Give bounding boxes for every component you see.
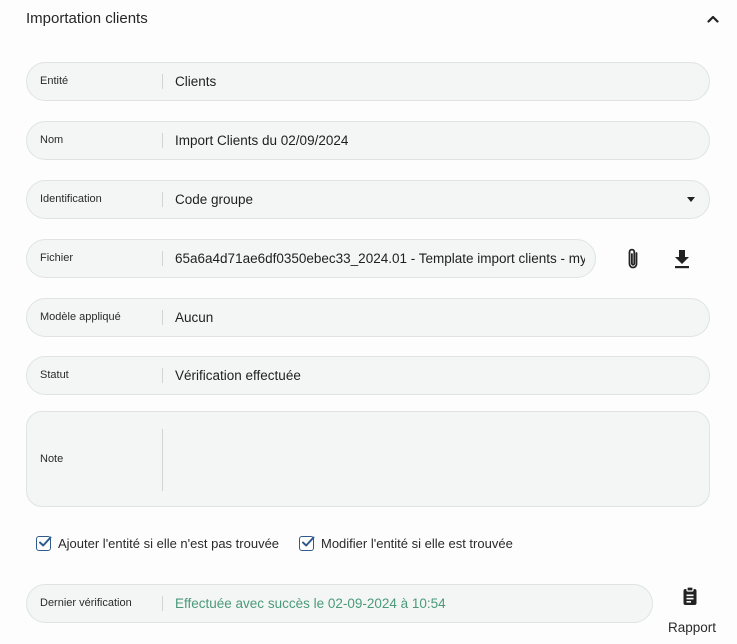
checkbox-update-entity[interactable]: Modifier l'entité si elle est trouvée — [299, 536, 513, 551]
checkbox-add-entity[interactable]: Ajouter l'entité si elle n'est pas trouv… — [36, 536, 279, 551]
field-separator — [162, 368, 163, 383]
caret-down-icon[interactable] — [687, 197, 695, 202]
chevron-up-icon — [707, 15, 719, 23]
field-separator — [162, 74, 163, 89]
fichier-value[interactable]: 65a6a4d71ae6df0350ebec33_2024.01 - Templ… — [175, 240, 585, 277]
entite-value[interactable]: Clients — [175, 63, 216, 100]
statut-value[interactable]: Vérification effectuée — [175, 357, 301, 394]
verification-label: Dernier vérification — [40, 597, 132, 609]
nom-field[interactable]: Nom Import Clients du 02/09/2024 — [26, 121, 710, 160]
entite-field[interactable]: Entité Clients — [26, 62, 710, 101]
checkbox-checked-icon[interactable] — [36, 536, 52, 551]
fichier-field[interactable]: Fichier 65a6a4d71ae6df0350ebec33_2024.01… — [26, 239, 596, 278]
rapport-label: Rapport — [667, 620, 717, 635]
field-separator — [162, 429, 163, 491]
field-separator — [162, 596, 163, 611]
attach-file-button[interactable] — [620, 246, 646, 272]
fichier-label: Fichier — [40, 252, 74, 264]
field-separator — [162, 310, 163, 325]
modele-label: Modèle appliqué — [40, 311, 121, 323]
identification-select[interactable]: Identification Code groupe — [26, 180, 710, 219]
modele-field[interactable]: Modèle appliqué Aucun — [26, 298, 710, 337]
statut-label: Statut — [40, 369, 69, 381]
rapport-button[interactable]: Rapport — [662, 586, 722, 638]
modele-value[interactable]: Aucun — [175, 299, 213, 336]
verification-field: Dernier vérification Effectuée avec succ… — [26, 584, 653, 623]
entite-label: Entité — [40, 75, 69, 87]
note-textarea[interactable]: Note — [26, 411, 710, 507]
nom-label: Nom — [40, 134, 64, 146]
note-label: Note — [40, 453, 64, 465]
checkbox-update-entity-label: Modifier l'entité si elle est trouvée — [321, 536, 513, 551]
checkbox-add-entity-label: Ajouter l'entité si elle n'est pas trouv… — [58, 536, 280, 551]
clipboard-icon — [683, 586, 697, 605]
checkbox-checked-icon[interactable] — [299, 536, 315, 551]
field-separator — [162, 251, 163, 266]
section-title: Importation clients — [26, 10, 148, 27]
identification-value[interactable]: Code groupe — [175, 181, 253, 218]
collapse-button[interactable] — [702, 8, 724, 30]
section-header: Importation clients — [0, 0, 737, 38]
identification-label: Identification — [40, 193, 102, 205]
paperclip-icon — [628, 248, 638, 269]
statut-field[interactable]: Statut Vérification effectuée — [26, 356, 710, 395]
field-separator — [162, 133, 163, 148]
download-icon — [675, 250, 689, 269]
verification-value: Effectuée avec succès le 02-09-2024 à 10… — [175, 596, 446, 611]
download-file-button[interactable] — [669, 246, 695, 272]
field-separator — [162, 192, 163, 207]
nom-value[interactable]: Import Clients du 02/09/2024 — [175, 122, 348, 159]
